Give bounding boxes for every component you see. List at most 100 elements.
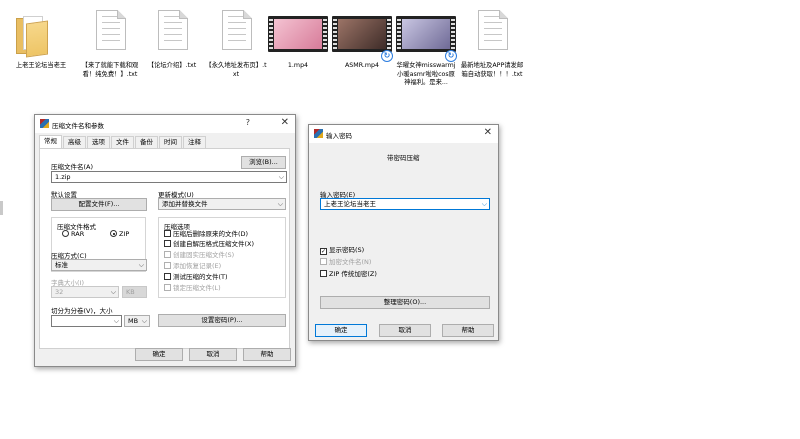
tab-comment[interactable]: 注释 — [183, 136, 206, 148]
desktop-file-video[interactable]: 1.mp4 — [266, 8, 330, 71]
checkbox-label: 添加恢复记录(E) — [173, 262, 222, 270]
dict-size-select[interactable]: 32 ⌵ — [51, 286, 119, 298]
chevron-down-icon: ⌵ — [113, 317, 119, 325]
organize-passwords-button[interactable]: 整理密码(O)... — [320, 296, 490, 309]
title-bar: 输入密码 ✕ — [309, 125, 498, 143]
radio-icon — [62, 230, 69, 237]
archive-name-value: 1.zip — [55, 173, 71, 181]
method-value: 标准 — [55, 261, 68, 269]
chevron-down-icon: ⌵ — [138, 261, 144, 269]
split-unit-value: MB — [128, 317, 139, 325]
split-label: 切分为分卷(V)，大小 — [51, 307, 113, 315]
file-name: 1.mp4 — [287, 62, 309, 69]
folder-icon — [9, 8, 73, 60]
checkbox-label: 测试压缩的文件(T) — [173, 273, 228, 281]
checkbox-label: 压缩后删除原来的文件(D) — [173, 230, 249, 238]
chevron-down-icon[interactable]: ⌵ — [482, 199, 487, 209]
method-select[interactable]: 标准 ⌵ — [51, 259, 147, 271]
help-button[interactable]: 帮助 — [243, 348, 291, 361]
checkbox-label: 加密文件名(N) — [329, 258, 372, 266]
dict-size-value: 32 — [55, 288, 64, 296]
browse-button[interactable]: 浏览(B)... — [241, 156, 286, 169]
recovery-record-checkbox[interactable]: 添加恢复记录(E) — [164, 262, 221, 271]
desktop-file-txt[interactable]: 【论坛介绍】.txt — [140, 8, 204, 71]
tab-options[interactable]: 选项 — [87, 136, 110, 148]
split-unit-select[interactable]: MB ⌵ — [124, 315, 150, 327]
dict-unit-select[interactable]: KB — [122, 286, 147, 298]
close-icon[interactable]: ✕ — [484, 127, 492, 138]
delete-after-checkbox[interactable]: 压缩后删除原来的文件(D) — [164, 230, 248, 239]
desktop-file-video[interactable]: ↻ ASMR.mp4 — [330, 8, 394, 71]
desktop-file-txt[interactable]: 【来了就能下载和观看！纯免费！】.txt — [78, 8, 142, 79]
chevron-down-icon: ⌵ — [277, 200, 283, 208]
password-input[interactable]: 上老王论坛当老王 ⌵ — [320, 198, 490, 210]
title-bar: 压缩文件名和参数 ? ✕ — [35, 115, 295, 133]
desktop-file-folder[interactable]: 上老王论坛当老王 — [9, 8, 73, 71]
desktop: 上老王论坛当老王 【来了就能下载和观看！纯免费！】.txt 【论坛介绍】.txt… — [0, 0, 800, 439]
options-group: 压缩选项 压缩后删除原来的文件(D) 创建自解压格式压缩文件(X) 创建固实压缩… — [158, 217, 286, 298]
file-name: 【来了就能下载和观看！纯免费！】.txt — [81, 62, 139, 78]
update-mode-select[interactable]: 添加并替换文件 ⌵ — [158, 198, 286, 210]
dialog-title: 输入密码 — [326, 132, 352, 140]
checkbox-label: 锁定压缩文件(L) — [173, 284, 221, 292]
split-size-input[interactable]: ⌵ — [51, 315, 122, 327]
format-rar-radio[interactable]: RAR — [62, 230, 84, 238]
text-file-icon — [78, 8, 142, 60]
set-password-button[interactable]: 设置密码(P)... — [158, 314, 286, 327]
radio-selected-icon — [110, 230, 117, 237]
help-icon[interactable]: ? — [246, 118, 250, 127]
dialog-title: 压缩文件名和参数 — [52, 122, 104, 130]
format-zip-radio[interactable]: ZIP — [110, 230, 129, 238]
update-mode-value: 添加并替换文件 — [162, 200, 208, 208]
shortcut-badge-icon: ↻ — [381, 50, 393, 62]
ok-button[interactable]: 确定 — [315, 324, 367, 337]
file-name: 华曜女神misswarmj小暖asmr啦啦cos原神福利。是来... — [396, 62, 456, 86]
show-password-checkbox[interactable]: ✓ 显示密码(S) — [320, 246, 364, 255]
tab-advanced[interactable]: 高级 — [63, 136, 86, 148]
chevron-down-icon[interactable]: ⌵ — [279, 172, 284, 182]
password-value: 上老王论坛当老王 — [324, 200, 376, 208]
lock-archive-checkbox[interactable]: 锁定压缩文件(L) — [164, 284, 221, 293]
text-file-icon — [460, 8, 524, 60]
test-files-checkbox[interactable]: 测试压缩的文件(T) — [164, 273, 228, 282]
encrypt-names-checkbox[interactable]: 加密文件名(N) — [320, 258, 371, 267]
cancel-button[interactable]: 取消 — [379, 324, 431, 337]
profiles-button[interactable]: 配置文件(F)... — [51, 198, 147, 211]
close-icon[interactable]: ✕ — [281, 117, 289, 128]
tab-general[interactable]: 常规 — [39, 135, 62, 148]
checkbox-label: 显示密码(S) — [329, 246, 365, 254]
format-zip-label: ZIP — [119, 230, 130, 238]
archive-name-input[interactable]: 1.zip ⌵ — [51, 171, 287, 183]
checkbox-label: 创建自解压格式压缩文件(X) — [173, 240, 255, 248]
file-name: ASMR.mp4 — [344, 62, 380, 69]
desktop-file-txt[interactable]: 【永久地址发布页】.txt — [204, 8, 268, 79]
text-file-icon — [204, 8, 268, 60]
help-button[interactable]: 帮助 — [442, 324, 494, 337]
file-name: 【永久地址发布页】.txt — [205, 62, 267, 78]
sfx-checkbox[interactable]: 创建自解压格式压缩文件(X) — [164, 240, 254, 249]
checkbox-label: 创建固实压缩文件(S) — [173, 251, 235, 259]
video-thumbnail-icon: ↻ — [330, 8, 394, 62]
file-name: 上老王论坛当老王 — [15, 62, 67, 69]
chevron-down-icon: ⌵ — [141, 317, 147, 325]
dict-unit-value: KB — [126, 288, 135, 296]
tab-files[interactable]: 文件 — [111, 136, 134, 148]
password-dialog: 输入密码 ✕ 带密码压缩 输入密码(E) 上老王论坛当老王 ⌵ ✓ 显示密码(S)… — [308, 124, 499, 341]
tab-time[interactable]: 时间 — [159, 136, 182, 148]
file-name: 最新地址及APP请发邮箱自动获取！！！.txt — [460, 62, 524, 78]
archive-dialog: 压缩文件名和参数 ? ✕ 常规 高级 选项 文件 备份 时间 注释 压缩文件名(… — [34, 114, 296, 367]
chevron-down-icon: ⌵ — [110, 288, 116, 296]
archive-name-label: 压缩文件名(A) — [51, 163, 94, 171]
video-thumbnail-icon — [266, 8, 330, 60]
zip-legacy-checkbox[interactable]: ZIP 传统加密(Z) — [320, 270, 377, 279]
desktop-file-video[interactable]: ↻ 华曜女神misswarmj小暖asmr啦啦cos原神福利。是来... — [394, 8, 458, 88]
shortcut-badge-icon: ↻ — [445, 50, 457, 62]
solid-checkbox[interactable]: 创建固实压缩文件(S) — [164, 251, 234, 260]
tab-backup[interactable]: 备份 — [135, 136, 158, 148]
winrar-app-icon — [40, 119, 49, 128]
file-name: 【论坛介绍】.txt — [147, 62, 197, 69]
cancel-button[interactable]: 取消 — [189, 348, 237, 361]
ok-button[interactable]: 确定 — [135, 348, 183, 361]
desktop-file-txt[interactable]: 最新地址及APP请发邮箱自动获取！！！.txt — [460, 8, 524, 79]
video-thumbnail-icon: ↻ — [394, 8, 458, 62]
